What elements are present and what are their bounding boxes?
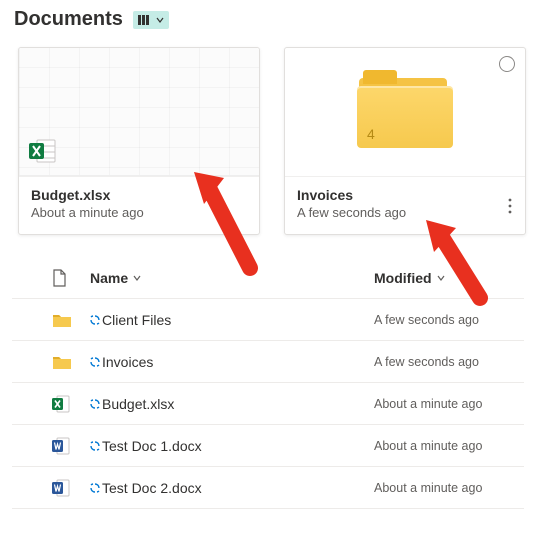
sync-icon <box>90 315 100 325</box>
column-modified-label: Modified <box>374 270 432 286</box>
row-type-icon <box>52 395 90 413</box>
row-name-cell[interactable]: Budget.xlsx <box>90 396 374 412</box>
tile-invoices[interactable]: 4 Invoices A few seconds ago <box>284 47 526 235</box>
sync-icon <box>90 312 100 328</box>
chevron-down-icon <box>132 273 142 283</box>
row-modified-text: About a minute ago <box>374 481 524 495</box>
row-name-text: Test Doc 1.docx <box>102 438 202 454</box>
chevron-down-icon <box>155 13 165 27</box>
word-icon <box>52 437 70 455</box>
excel-icon <box>29 138 57 167</box>
row-name-text: Test Doc 2.docx <box>102 480 202 496</box>
chevron-down-icon <box>436 273 446 283</box>
tiles-row: Budget.xlsx About a minute ago 4 Invoice… <box>0 37 544 245</box>
sync-icon <box>90 354 100 370</box>
list-row[interactable]: Test Doc 1.docx About a minute ago <box>12 425 524 467</box>
word-icon <box>52 479 70 497</box>
column-icon-header[interactable] <box>52 269 90 287</box>
sync-icon <box>90 441 100 451</box>
view-toggle-button[interactable] <box>133 11 169 29</box>
list-row[interactable]: Client Files A few seconds ago <box>12 299 524 341</box>
file-icon <box>52 269 66 287</box>
sync-icon <box>90 399 100 409</box>
sync-icon <box>90 438 100 454</box>
sync-icon <box>90 396 100 412</box>
row-modified-text: A few seconds ago <box>374 313 524 327</box>
tile-title: Budget.xlsx <box>31 187 247 203</box>
tile-subtitle: About a minute ago <box>31 205 247 220</box>
sync-icon <box>90 357 100 367</box>
column-modified-header[interactable]: Modified <box>374 270 524 286</box>
row-name-cell[interactable]: Invoices <box>90 354 374 370</box>
library-header: Documents <box>0 0 544 37</box>
tile-meta: Budget.xlsx About a minute ago <box>19 176 259 234</box>
row-name-text: Budget.xlsx <box>102 396 174 412</box>
row-modified-text: A few seconds ago <box>374 355 524 369</box>
more-vertical-icon <box>508 198 512 214</box>
file-list: Name Modified Client Files A few seconds … <box>0 245 544 517</box>
row-type-icon <box>52 479 90 497</box>
list-row[interactable]: Budget.xlsx About a minute ago <box>12 383 524 425</box>
row-type-icon <box>52 312 90 328</box>
tile-subtitle: A few seconds ago <box>297 205 513 220</box>
column-name-header[interactable]: Name <box>90 270 374 286</box>
tile-budget[interactable]: Budget.xlsx About a minute ago <box>18 47 260 235</box>
tiles-view-icon <box>137 13 155 27</box>
row-type-icon <box>52 354 90 370</box>
row-name-cell[interactable]: Test Doc 1.docx <box>90 438 374 454</box>
sync-icon <box>90 480 100 496</box>
row-name-text: Client Files <box>102 312 171 328</box>
excel-icon <box>52 395 70 413</box>
tile-title: Invoices <box>297 187 513 203</box>
list-row[interactable]: Test Doc 2.docx About a minute ago <box>12 467 524 509</box>
folder-item-count: 4 <box>367 126 375 142</box>
folder-icon: 4 <box>357 76 453 148</box>
tile-preview-folder: 4 <box>285 48 525 176</box>
list-header-row: Name Modified <box>12 257 524 299</box>
more-actions-button[interactable] <box>501 194 519 218</box>
row-type-icon <box>52 437 90 455</box>
tile-meta: Invoices A few seconds ago <box>285 176 525 234</box>
folder-icon <box>52 312 72 328</box>
row-name-cell[interactable]: Test Doc 2.docx <box>90 480 374 496</box>
column-name-label: Name <box>90 270 128 286</box>
list-row[interactable]: Invoices A few seconds ago <box>12 341 524 383</box>
row-name-cell[interactable]: Client Files <box>90 312 374 328</box>
row-modified-text: About a minute ago <box>374 397 524 411</box>
sync-icon <box>90 483 100 493</box>
library-title: Documents <box>14 8 123 31</box>
folder-icon <box>52 354 72 370</box>
tile-preview-excel <box>19 48 259 176</box>
row-name-text: Invoices <box>102 354 153 370</box>
row-modified-text: About a minute ago <box>374 439 524 453</box>
